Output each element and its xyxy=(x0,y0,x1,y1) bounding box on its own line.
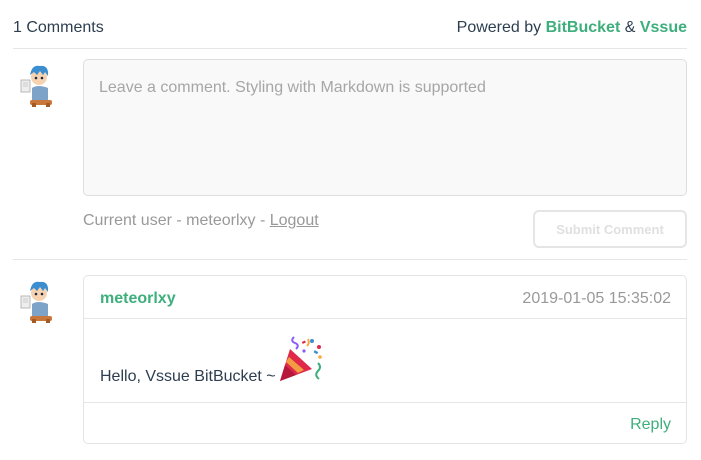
bitbucket-link[interactable]: BitBucket xyxy=(546,19,621,36)
powered-by: Powered by BitBucket & Vssue xyxy=(457,19,687,37)
comment-timestamp: 2019-01-05 15:35:02 xyxy=(522,290,671,307)
comment-body: Hello, Vssue BitBucket ~ xyxy=(84,319,686,403)
divider xyxy=(13,259,687,260)
vssue-link[interactable]: Vssue xyxy=(640,19,687,36)
logout-link[interactable]: Logout xyxy=(270,212,319,229)
comment-header: meteorlxy 2019-01-05 15:35:02 xyxy=(84,276,686,319)
comment-author-avatar xyxy=(18,276,58,324)
user-avatar-icon xyxy=(20,65,52,107)
party-popper-icon xyxy=(274,333,326,385)
comment-editor xyxy=(83,59,687,196)
reply-button[interactable]: Reply xyxy=(630,416,671,434)
comment-input[interactable] xyxy=(99,79,671,176)
powered-by-prefix: Powered by xyxy=(456,19,542,36)
comment-author[interactable]: meteorlxy xyxy=(100,290,176,308)
submit-comment-button[interactable]: Submit Comment xyxy=(533,210,687,248)
comment-count: 1 Comments xyxy=(13,19,104,36)
current-user-status: Current user - meteorlxy - Logout xyxy=(83,212,319,230)
vssue-header: 1 Comments Powered by BitBucket & Vssue xyxy=(13,0,687,49)
comment-card: meteorlxy 2019-01-05 15:35:02 Hello, Vss… xyxy=(83,275,687,444)
comment-text: Hello, Vssue BitBucket ~ xyxy=(100,368,276,385)
current-user-avatar xyxy=(18,60,58,108)
powered-by-ampersand: & xyxy=(624,19,636,36)
current-user-text: Current user - meteorlxy - xyxy=(83,212,266,229)
user-avatar-icon xyxy=(20,281,52,323)
